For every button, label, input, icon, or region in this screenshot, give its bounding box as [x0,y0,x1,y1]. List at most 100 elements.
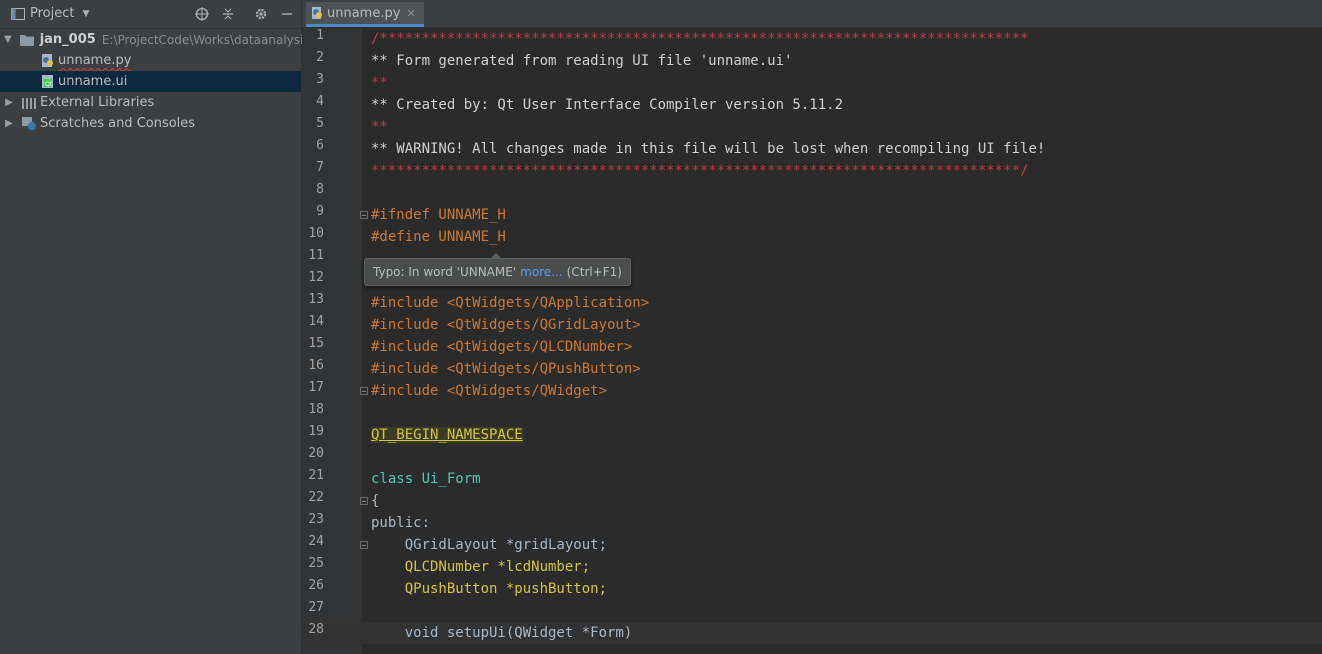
minimize-icon[interactable] [279,6,295,22]
code-text: /***************************************… [371,31,1029,47]
line-number: 24 [308,534,324,549]
collapse-all-icon[interactable] [220,6,236,22]
line-number: 1 [316,28,324,43]
line-number: 7 [316,160,324,175]
line-number: 2 [316,50,324,65]
code-text: void setupUi(QWidget *Form) [371,625,633,641]
chevron-down-icon[interactable]: ▼ [4,34,12,45]
line-number: 10 [308,226,324,241]
code-text: #include <QtWidgets/QPushButton> [371,361,641,377]
line-number: 17 [308,380,324,395]
tree-item-label: External Libraries [40,95,155,110]
code-text: class Ui_Form [371,471,481,487]
code-line: /***************************************… [371,28,1028,50]
code-line: #include <QtWidgets/QPushButton> [371,358,641,380]
tree-item-unname-ui[interactable]: Qt unname.ui [0,71,301,92]
line-number: 16 [308,358,324,373]
code-text: ** [371,119,388,135]
tooltip-more-link[interactable]: more... [520,265,563,279]
chevron-down-icon: ▼ [82,8,90,19]
tree-item-unname-py[interactable]: unname.py [0,50,301,71]
line-number: 4 [316,94,324,109]
fold-marker-icon[interactable] [360,211,368,219]
tree-item-path: E:\ProjectCode\Works\dataanalysis\ [101,32,314,47]
code-line: QGridLayout *gridLayout; [371,534,607,556]
code-text: { [371,493,380,509]
line-number: 12 [308,270,324,285]
tab-unname-py[interactable]: unname.py ✕ [306,2,424,27]
code-text: ****************************************… [371,163,1029,179]
code-line: void setupUi(QWidget *Form) [371,622,633,644]
code-line: QPushButton *pushButton; [371,578,607,600]
code-line: ****************************************… [371,160,1028,182]
code-line: #include <QtWidgets/QWidget> [371,380,607,402]
library-icon [22,97,36,109]
code-line: #define UNNAME_H [371,226,506,248]
python-file-icon [42,54,54,67]
ide-window: Project ▼ ▼ jan_005 E:\ProjectCode\Works… [0,0,1322,654]
close-icon[interactable]: ✕ [406,7,415,20]
tooltip-text: Typo: In word 'UNNAME' [373,265,517,279]
project-view-label: Project [30,6,75,21]
code-text: ** Form generated from reading UI file '… [371,53,793,69]
line-number: 20 [308,446,324,461]
line-number: 18 [308,402,324,417]
line-number: 21 [308,468,324,483]
code-text: #ifndef UNNAME_H [371,207,506,223]
gear-icon[interactable] [253,6,269,22]
fold-marker-icon[interactable] [360,387,368,395]
code-text: QLCDNumber *lcdNumber; [371,559,591,575]
code-line: #include <QtWidgets/QApplication> [371,292,649,314]
code-text: QGridLayout *gridLayout; [371,537,608,553]
tree-item-label: unname.ui [58,74,128,89]
code-text: ** Created by: Qt User Interface Compile… [371,97,844,113]
locate-file-icon[interactable] [194,6,210,22]
line-number: 3 [316,72,324,87]
code-editor[interactable]: 1 /*************************************… [302,28,1322,654]
tree-item-scratches-and-consoles[interactable]: ▶ Scratches and Consoles [0,113,301,134]
fold-marker-icon[interactable] [360,541,368,549]
tooltip-shortcut: (Ctrl+F1) [566,265,622,279]
folder-icon [19,34,34,46]
code-line: ** [371,72,388,94]
code-text: #include <QtWidgets/QLCDNumber> [371,339,633,355]
project-panel: Project ▼ ▼ jan_005 E:\ProjectCode\Works… [0,0,314,654]
tree-item-jan-005[interactable]: ▼ jan_005 E:\ProjectCode\Works\dataanaly… [0,29,314,50]
chevron-right-icon[interactable]: ▶ [4,118,14,129]
svg-text:Qt: Qt [45,81,53,88]
project-view-selector[interactable]: Project ▼ [30,6,89,21]
line-number: 26 [308,578,324,593]
line-number: 22 [308,490,324,505]
line-number: 8 [316,182,324,197]
code-text: #include <QtWidgets/QApplication> [371,295,650,311]
fold-marker-icon[interactable] [360,497,368,505]
tree-item-label: jan_005 [39,32,96,47]
tree-item-label: unname.py [58,53,132,68]
code-text: #define UNNAME_H [371,229,506,245]
project-view-icon [10,6,26,22]
code-text: ** [371,75,388,91]
line-number: 5 [316,116,324,131]
tree-item-label: Scratches and Consoles [40,116,196,131]
code-line: class Ui_Form [371,468,481,490]
editor-tab-bar: unname.py ✕ [302,0,1322,28]
line-number: 14 [308,314,324,329]
code-line: public: [371,512,430,534]
code-text: QPushButton *pushButton; [371,581,608,597]
code-line: ** Created by: Qt User Interface Compile… [371,94,843,116]
qt-file-icon: Qt [42,75,54,88]
line-number: 27 [308,600,324,615]
line-number: 11 [308,248,324,263]
code-line: ** [371,116,388,138]
code-line: #include <QtWidgets/QLCDNumber> [371,336,632,358]
code-line: ** Form generated from reading UI file '… [371,50,792,72]
tree-item-external-libraries[interactable]: ▶ External Libraries [0,92,301,113]
code-text: #include <QtWidgets/QWidget> [371,383,608,399]
python-file-icon [312,7,323,19]
scratches-icon [22,117,36,130]
code-text: QT_BEGIN_NAMESPACE [371,427,523,443]
line-number: 28 [308,622,324,637]
tab-label: unname.py [327,5,401,21]
code-line: QT_BEGIN_NAMESPACE [371,424,523,446]
chevron-right-icon[interactable]: ▶ [4,97,14,108]
